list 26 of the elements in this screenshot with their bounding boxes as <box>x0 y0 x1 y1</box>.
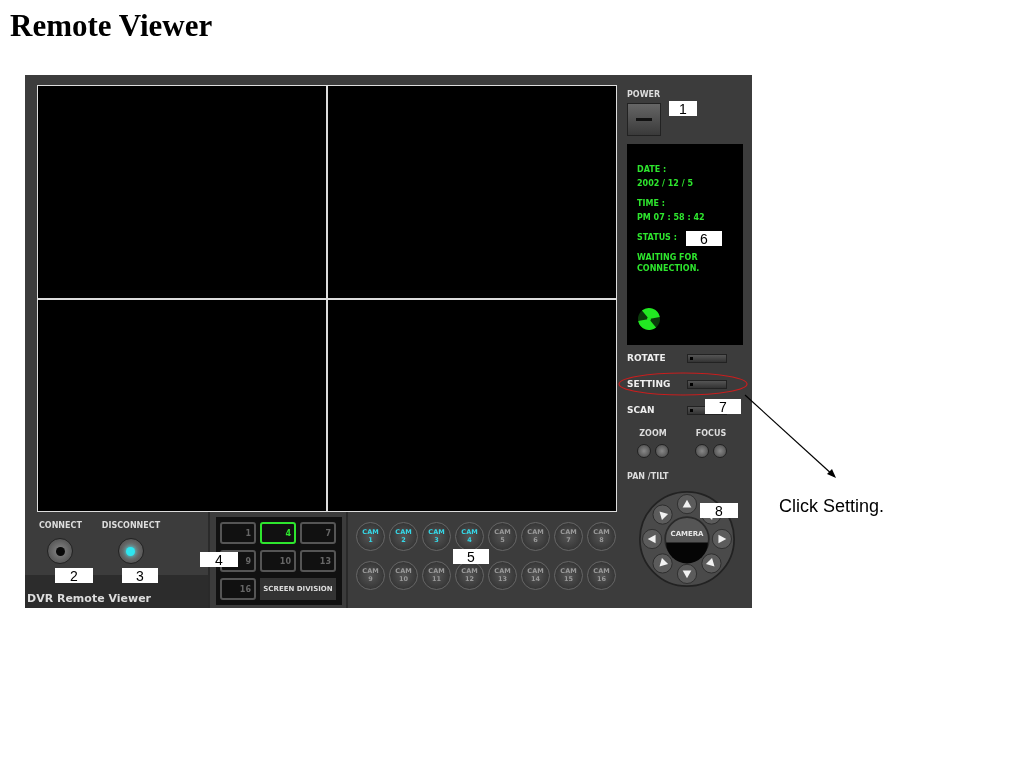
date-label: DATE : <box>637 164 667 175</box>
focus-label: FOCUS <box>695 429 727 438</box>
callout-tooltip: 2 <box>55 568 93 583</box>
callout-tooltip: 8 <box>700 503 738 518</box>
status-label: STATUS : <box>637 232 677 243</box>
zoom-label: ZOOM <box>639 429 667 438</box>
connection-label: DISCONNECT <box>101 521 161 530</box>
callout-tooltip: 1 <box>669 101 697 116</box>
pan-tilt-label: PAN /TILT <box>627 472 670 481</box>
control-label: SETTING <box>627 379 672 389</box>
callout-tooltip: 3 <box>122 568 158 583</box>
status-value: WAITING FOR CONNECTION. <box>637 252 701 274</box>
date-value: 2002 / 12 / 5 <box>637 178 693 189</box>
brand-label: DVR Remote Viewer <box>27 592 152 605</box>
control-label: SCAN <box>627 405 656 415</box>
callout-tooltip: 7 <box>705 399 741 414</box>
time-label: TIME : <box>637 198 665 209</box>
annotation-text: Click Setting. <box>779 496 885 517</box>
control-label: ROTATE <box>627 353 667 363</box>
callout-tooltip: 6 <box>686 231 722 246</box>
connection-label: CONNECT <box>39 521 82 530</box>
callout-tooltip: 5 <box>453 549 489 564</box>
slide-title: Remote Viewer <box>10 8 213 44</box>
callout-tooltip: 4 <box>200 552 238 567</box>
power-label: POWER <box>627 90 662 99</box>
time-value: PM 07 : 58 : 42 <box>637 212 705 223</box>
